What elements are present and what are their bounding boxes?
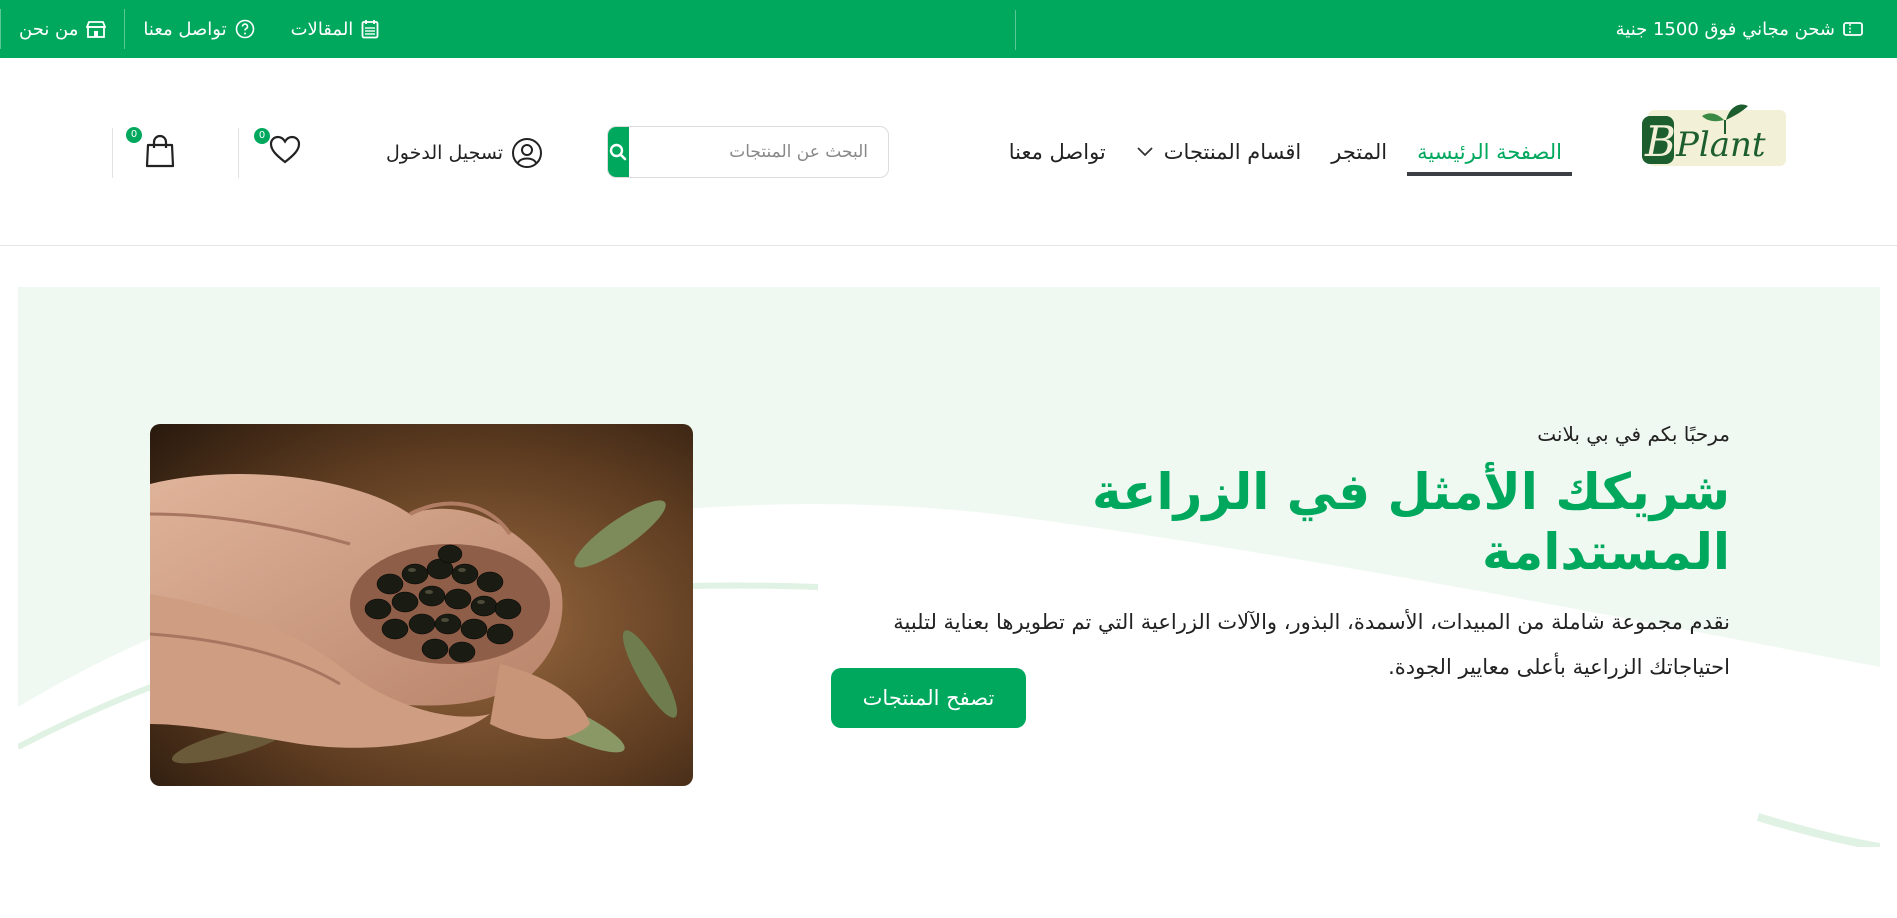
wishlist-count-badge: 0 (254, 128, 270, 144)
cart-button[interactable]: 0 (126, 127, 180, 170)
hero-photo-art (150, 424, 693, 786)
topbar-link-about[interactable]: من نحن (0, 9, 124, 49)
search-input[interactable] (629, 127, 888, 177)
ticket-icon (1843, 22, 1863, 36)
login-link[interactable]: تسجيل الدخول (386, 136, 543, 170)
hero-headline: شريكك الأمثل في الزراعة المستدامة (1091, 463, 1730, 581)
bplant-logo[interactable]: B Plant (1634, 98, 1786, 174)
wishlist-button[interactable]: 0 (254, 128, 304, 170)
nav-home[interactable]: الصفحة الرئيسية (1402, 122, 1577, 182)
store-icon (86, 21, 107, 38)
search-icon (609, 143, 627, 161)
login-label: تسجيل الدخول (386, 142, 504, 164)
user-circle-icon (512, 138, 543, 168)
topbar-links: من نحن تواصل معنا المقالات (0, 0, 397, 58)
help-circle-icon (235, 19, 254, 39)
topbar-divider (1015, 10, 1016, 50)
browse-products-button[interactable]: تصفح المنتجات (831, 668, 1026, 728)
chevron-down-icon (1137, 147, 1153, 157)
topbar-link-articles[interactable]: المقالات (273, 9, 398, 49)
nav-shop[interactable]: المتجر (1316, 122, 1402, 182)
header-divider (238, 128, 239, 178)
calendar-icon (361, 20, 379, 39)
nav-contact-label: تواصل معنا (1008, 140, 1106, 164)
nav-contact[interactable]: تواصل معنا (994, 122, 1121, 182)
header-divider (112, 128, 113, 178)
shopping-bag-icon (145, 134, 175, 168)
nav-home-label: الصفحة الرئيسية (1417, 140, 1562, 164)
svg-text:Plant: Plant (1675, 125, 1766, 165)
hero-text-block: مرحبًا بكم في بي بلانت شريكك الأمثل في ا… (830, 422, 1730, 690)
topbar-link-about-label: من نحن (19, 18, 79, 40)
olives-in-hands-image (150, 424, 693, 786)
main-nav: الصفحة الرئيسية المتجر اقسام المنتجات تو… (994, 58, 1577, 246)
product-search (607, 126, 889, 178)
free-shipping-promo: شحن مجاني فوق 1500 جنية (1616, 0, 1863, 58)
search-button[interactable] (608, 127, 629, 177)
topbar-link-articles-label: المقالات (290, 18, 354, 40)
nav-categories[interactable]: اقسام المنتجات (1121, 122, 1316, 182)
cart-count-badge: 0 (126, 127, 142, 143)
nav-shop-label: المتجر (1331, 140, 1388, 164)
topbar-link-contact[interactable]: تواصل معنا (124, 9, 272, 49)
hero-section: مرحبًا بكم في بي بلانت شريكك الأمثل في ا… (18, 287, 1880, 847)
promo-text: شحن مجاني فوق 1500 جنية (1615, 18, 1835, 40)
svg-text:B: B (1644, 117, 1676, 166)
hero-welcome: مرحبًا بكم في بي بلانت (1537, 422, 1730, 446)
top-bar: شحن مجاني فوق 1500 جنية من نحن تواصل معن… (0, 0, 1897, 58)
topbar-link-contact-label: تواصل معنا (143, 18, 227, 40)
heart-icon (269, 135, 301, 164)
main-header: B Plant الصفحة الرئيسية المتجر اقسام الم… (0, 58, 1897, 246)
nav-categories-label: اقسام المنتجات (1163, 140, 1302, 164)
